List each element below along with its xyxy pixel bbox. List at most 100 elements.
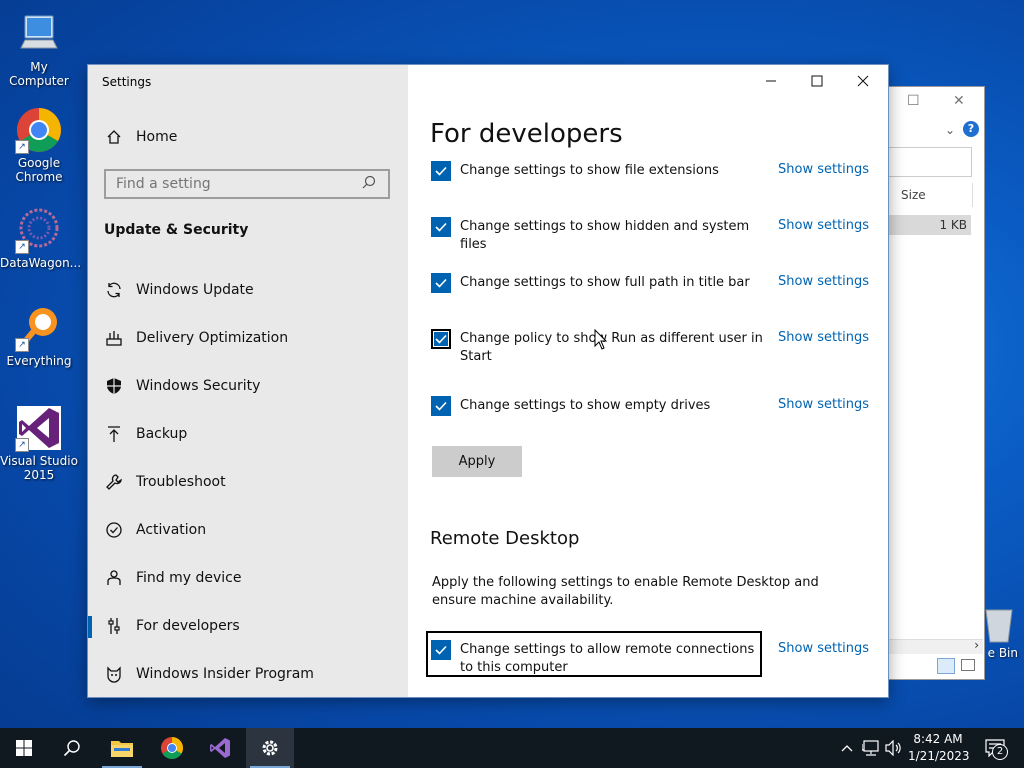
nav-windows-security[interactable]: Windows Security — [88, 366, 408, 406]
desktop-icon-label: DataWagon... — [0, 256, 82, 270]
checkbox[interactable] — [431, 329, 451, 349]
nav-label: Activation — [136, 522, 207, 538]
nav-windows-update[interactable]: Windows Update — [88, 270, 408, 310]
option-label: Change settings to allow remote connecti… — [460, 642, 755, 675]
sliders-icon — [104, 616, 124, 636]
nav-label: Backup — [136, 426, 188, 442]
option-label: Change settings to show file extensions — [460, 163, 719, 178]
taskbar: 8:42 AM 1/21/2023 2 — [0, 728, 1024, 768]
datawagon-icon: ↗ — [15, 206, 63, 254]
nav-activation[interactable]: Activation — [88, 510, 408, 550]
nav-windows-insider-program[interactable]: Windows Insider Program — [88, 654, 408, 694]
windows-logo-icon — [16, 740, 32, 756]
start-button[interactable] — [0, 728, 48, 768]
option-label: Change policy to show Run as different u… — [460, 331, 763, 364]
person-pin-icon — [104, 568, 124, 588]
nav-label: Windows Insider Program — [136, 666, 314, 682]
chevron-down-icon[interactable]: ⌄ — [945, 123, 955, 137]
desktop-icon-datawagon[interactable]: ↗ DataWagon... — [0, 206, 82, 270]
show-settings-link[interactable]: Show settings — [778, 397, 869, 412]
desktop-icon-google-chrome[interactable]: ↗ Google Chrome — [0, 106, 78, 184]
file-row-size[interactable]: 1 KB — [887, 215, 971, 235]
show-settings-link[interactable]: Show settings — [778, 274, 869, 289]
nav-label: Windows Security — [136, 378, 261, 394]
checkbox[interactable] — [431, 396, 451, 416]
search-icon[interactable] — [362, 175, 382, 193]
nav-home[interactable]: Home — [88, 117, 408, 157]
check-circle-icon — [104, 520, 124, 540]
details-view-icon[interactable] — [937, 658, 955, 674]
search-input[interactable] — [106, 175, 362, 193]
checkbox[interactable] — [431, 217, 451, 237]
check-icon — [435, 645, 447, 655]
close-icon[interactable]: ✕ — [953, 93, 965, 109]
checkbox[interactable] — [431, 161, 451, 181]
desktop-icon-label: Google Chrome — [15, 156, 63, 184]
nav-label: Windows Update — [136, 282, 254, 298]
desktop-icon-visual-studio[interactable]: ↗ Visual Studio 2015 — [0, 404, 78, 482]
column-header-size[interactable]: Size — [887, 183, 973, 207]
chevron-right-icon[interactable]: › — [974, 638, 979, 652]
show-settings-link[interactable]: Show settings — [778, 641, 869, 656]
checkbox[interactable] — [431, 640, 451, 660]
nav-backup[interactable]: Backup — [88, 414, 408, 454]
action-center-button[interactable]: 2 — [980, 728, 1010, 768]
taskbar-visual-studio[interactable] — [196, 728, 244, 768]
show-hidden-icons-button[interactable] — [838, 728, 856, 768]
volume-button[interactable] — [884, 728, 904, 768]
refresh-icon — [104, 280, 124, 300]
folder-icon — [111, 741, 133, 757]
shield-icon — [104, 376, 124, 396]
show-settings-link[interactable]: Show settings — [778, 218, 869, 233]
network-button[interactable] — [860, 728, 882, 768]
option-label: Change settings to show empty drives — [460, 398, 711, 413]
nav-label: Find my device — [136, 570, 242, 586]
taskbar-chrome[interactable] — [148, 728, 196, 768]
maximize-icon[interactable]: ☐ — [907, 93, 920, 109]
taskbar-clock[interactable]: 8:42 AM 1/21/2023 — [908, 731, 970, 765]
taskbar-settings[interactable] — [246, 728, 294, 768]
explorer-search-box[interactable] — [887, 147, 972, 177]
explorer-window[interactable]: ☐ ✕ ⌄ ? Size 1 KB › — [886, 86, 985, 680]
nav-for-developers[interactable]: For developers — [88, 606, 408, 646]
large-icons-view-icon[interactable] — [961, 659, 975, 671]
notification-count-badge: 2 — [992, 744, 1008, 760]
minimize-button[interactable] — [748, 65, 794, 97]
nav-home-label: Home — [136, 129, 178, 145]
shortcut-arrow-icon: ↗ — [15, 338, 29, 352]
remote-desktop-heading: Remote Desktop — [430, 528, 580, 549]
desktop-icon-everything[interactable]: ↗ Everything — [0, 304, 78, 368]
desktop-icon-label: Visual Studio 2015 — [0, 454, 78, 482]
shortcut-arrow-icon: ↗ — [15, 438, 29, 452]
show-settings-link[interactable]: Show settings — [778, 162, 869, 177]
remote-desktop-description: Apply the following settings to enable R… — [432, 575, 819, 608]
show-settings-link[interactable]: Show settings — [778, 330, 869, 345]
clock-date: 1/21/2023 — [908, 749, 970, 763]
insider-cat-icon — [104, 664, 124, 684]
nav-delivery-optimization[interactable]: Delivery Optimization — [88, 318, 408, 358]
check-icon — [435, 278, 447, 288]
explorer-status-bar — [887, 655, 983, 677]
search-button[interactable] — [48, 728, 96, 768]
checkbox[interactable] — [431, 273, 451, 293]
minimize-icon — [766, 80, 776, 82]
option-label: Change settings to show full path in tit… — [460, 275, 750, 290]
taskbar-file-explorer[interactable] — [98, 728, 146, 768]
apply-button[interactable]: Apply — [432, 446, 522, 477]
clock-time: 8:42 AM — [913, 732, 963, 746]
search-box[interactable] — [104, 169, 390, 199]
wrench-icon — [104, 472, 124, 492]
horizontal-scrollbar[interactable]: › — [887, 638, 983, 654]
maximize-icon — [811, 75, 823, 87]
help-icon[interactable]: ? — [963, 121, 979, 137]
nav-troubleshoot[interactable]: Troubleshoot — [88, 462, 408, 502]
close-button[interactable] — [840, 65, 886, 97]
option-label: Change settings to show hidden and syste… — [460, 219, 750, 252]
section-heading: Update & Security — [104, 222, 249, 238]
maximize-button[interactable] — [794, 65, 840, 97]
desktop-icon-my-computer[interactable]: My Computer — [0, 10, 78, 88]
speaker-icon — [885, 740, 901, 756]
nav-find-my-device[interactable]: Find my device — [88, 558, 408, 598]
check-icon — [435, 166, 447, 176]
check-icon — [435, 334, 447, 344]
